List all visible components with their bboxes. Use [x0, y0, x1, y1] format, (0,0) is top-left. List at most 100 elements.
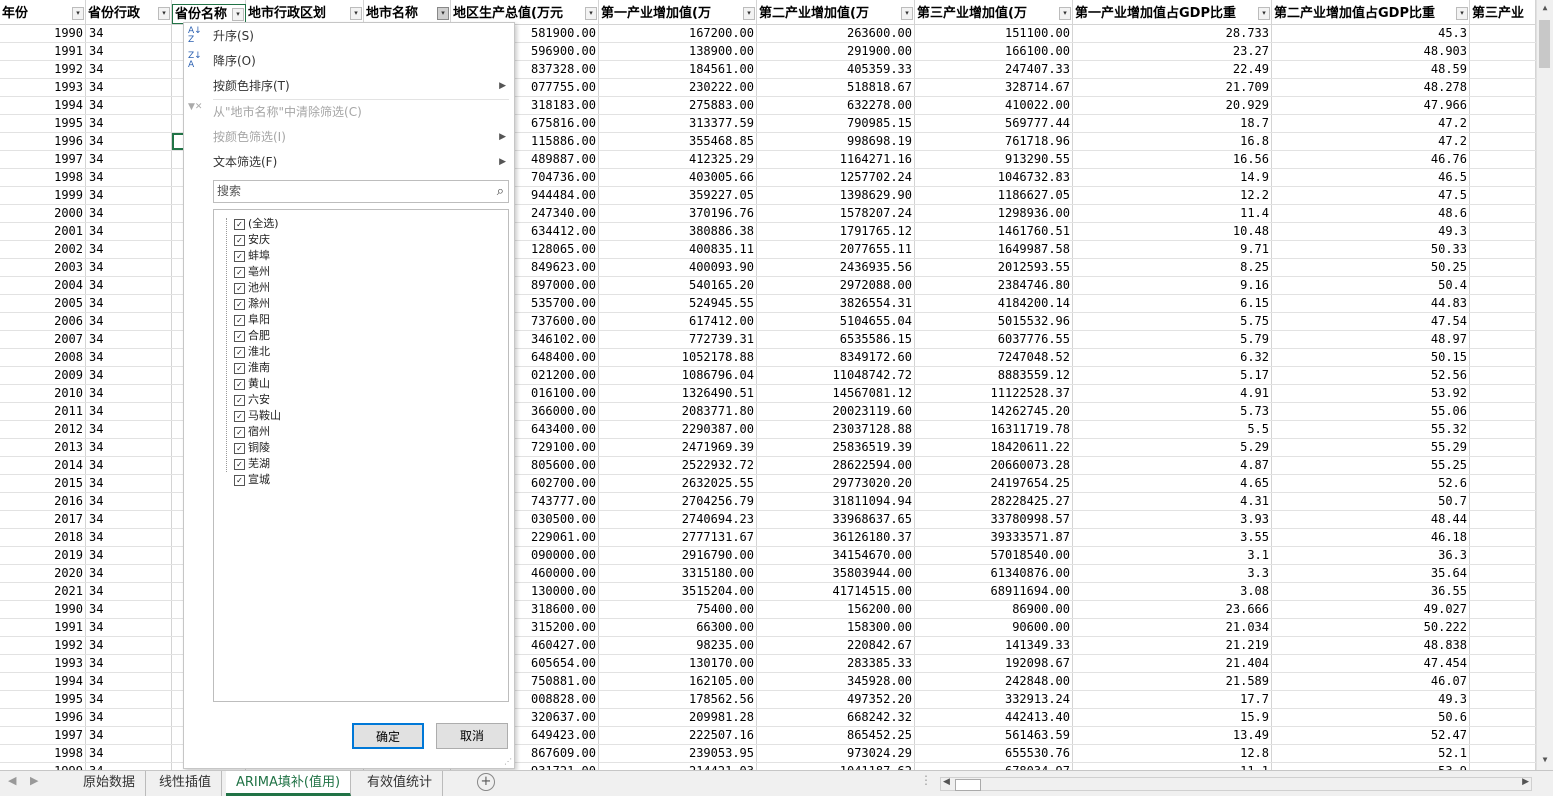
table-cell[interactable]: 239053.95 [599, 745, 757, 762]
table-cell[interactable]: 1998 [0, 169, 86, 186]
table-cell[interactable] [1470, 709, 1536, 726]
table-cell[interactable]: 47.966 [1272, 97, 1470, 114]
table-cell[interactable]: 5.75 [1073, 313, 1272, 330]
table-cell[interactable]: 247407.33 [915, 61, 1073, 78]
filter-dropdown-button[interactable]: ▾ [1059, 7, 1071, 20]
table-cell[interactable]: 3.1 [1073, 547, 1272, 564]
table-cell[interactable]: 2021 [0, 583, 86, 600]
resize-grip-icon[interactable]: ⋰ [504, 757, 512, 766]
table-cell[interactable]: 2012593.55 [915, 259, 1073, 276]
table-cell[interactable]: 34 [86, 367, 172, 384]
table-cell[interactable]: 1990 [0, 25, 86, 42]
header-cell[interactable]: 地市行政区划 ▾ [246, 4, 364, 24]
table-cell[interactable]: 1994 [0, 673, 86, 690]
table-cell[interactable]: 156200.00 [757, 601, 915, 618]
tab-raw-data[interactable]: 原始数据 [73, 771, 147, 796]
table-cell[interactable]: 8883559.12 [915, 367, 1073, 384]
table-cell[interactable]: 761718.96 [915, 133, 1073, 150]
table-cell[interactable]: 3.3 [1073, 565, 1272, 582]
table-cell[interactable]: 23.27 [1073, 43, 1272, 60]
scroll-thumb[interactable] [955, 779, 981, 791]
table-cell[interactable]: 6.15 [1073, 295, 1272, 312]
table-cell[interactable]: 34 [86, 295, 172, 312]
table-cell[interactable]: 1995 [0, 115, 86, 132]
table-cell[interactable]: 2002 [0, 241, 86, 258]
filter-dropdown-button[interactable]: ▾ [158, 7, 170, 20]
table-cell[interactable]: 13.49 [1073, 727, 1272, 744]
table-cell[interactable]: 345928.00 [757, 673, 915, 690]
table-cell[interactable]: 35.64 [1272, 565, 1470, 582]
table-cell[interactable]: 34 [86, 241, 172, 258]
header-cell[interactable]: 第一产业增加值占GDP比重 ▾ [1073, 4, 1272, 24]
table-cell[interactable]: 1993 [0, 79, 86, 96]
splitter-icon[interactable]: ⋮ [920, 773, 932, 787]
checkbox-checked-icon[interactable]: ✓ [234, 442, 245, 454]
checkbox-checked-icon[interactable]: ✓ [234, 426, 245, 438]
filter-item[interactable]: ✓ 蚌埠 [234, 248, 270, 264]
table-cell[interactable]: 21.404 [1073, 655, 1272, 672]
table-cell[interactable]: 2436935.56 [757, 259, 915, 276]
table-cell[interactable]: 1999 [0, 763, 86, 770]
table-cell[interactable]: 130170.00 [599, 655, 757, 672]
checkbox-checked-icon[interactable]: ✓ [234, 378, 245, 390]
filter-search-input[interactable]: 搜索 ⌕ [213, 180, 509, 203]
prev-sheet-icon[interactable]: ◀ [8, 774, 16, 787]
table-cell[interactable]: 35803944.00 [757, 565, 915, 582]
table-cell[interactable]: 44.83 [1272, 295, 1470, 312]
table-cell[interactable]: 23037128.88 [757, 421, 915, 438]
table-cell[interactable] [1470, 259, 1536, 276]
table-cell[interactable]: 865452.25 [757, 727, 915, 744]
add-sheet-icon[interactable]: + [477, 773, 495, 791]
header-cell[interactable]: 第二产业增加值占GDP比重 ▾ [1272, 4, 1470, 24]
table-cell[interactable]: 46.76 [1272, 151, 1470, 168]
table-cell[interactable]: 24197654.25 [915, 475, 1073, 492]
table-cell[interactable]: 5104655.04 [757, 313, 915, 330]
table-cell[interactable]: 14262745.20 [915, 403, 1073, 420]
table-cell[interactable]: 28.733 [1073, 25, 1272, 42]
table-cell[interactable]: 11048742.72 [757, 367, 915, 384]
table-cell[interactable]: 141349.33 [915, 637, 1073, 654]
table-cell[interactable]: 47.5 [1272, 187, 1470, 204]
cancel-button[interactable]: 取消 [436, 723, 508, 749]
table-cell[interactable]: 48.97 [1272, 331, 1470, 348]
table-cell[interactable]: 5.73 [1073, 403, 1272, 420]
table-cell[interactable]: 34 [86, 61, 172, 78]
checkbox-checked-icon[interactable]: ✓ [234, 362, 245, 374]
table-cell[interactable] [1470, 763, 1536, 770]
table-cell[interactable]: 34 [86, 709, 172, 726]
table-cell[interactable]: 138900.00 [599, 43, 757, 60]
table-cell[interactable]: 2522932.72 [599, 457, 757, 474]
checkbox-checked-icon[interactable]: ✓ [234, 394, 245, 406]
table-cell[interactable]: 47.454 [1272, 655, 1470, 672]
table-cell[interactable]: 1992 [0, 61, 86, 78]
table-cell[interactable]: 34 [86, 511, 172, 528]
table-cell[interactable]: 48.59 [1272, 61, 1470, 78]
scroll-down-icon[interactable]: ▼ [1537, 752, 1553, 768]
checkbox-checked-icon[interactable]: ✓ [234, 218, 245, 230]
table-cell[interactable]: 75400.00 [599, 601, 757, 618]
table-cell[interactable]: 5.5 [1073, 421, 1272, 438]
table-cell[interactable]: 1052178.88 [599, 349, 757, 366]
header-cell[interactable]: 第三产业 [1470, 4, 1536, 24]
table-cell[interactable]: 5015532.96 [915, 313, 1073, 330]
table-cell[interactable]: 34 [86, 565, 172, 582]
table-cell[interactable]: 1998 [0, 745, 86, 762]
table-cell[interactable]: 1578207.24 [757, 205, 915, 222]
table-cell[interactable]: 6037776.55 [915, 331, 1073, 348]
table-cell[interactable] [1470, 277, 1536, 294]
filter-item[interactable]: ✓ 池州 [234, 280, 270, 296]
table-cell[interactable]: 14567081.12 [757, 385, 915, 402]
table-cell[interactable]: 1993 [0, 655, 86, 672]
table-cell[interactable]: 2471969.39 [599, 439, 757, 456]
scroll-right-icon[interactable]: ▶ [1522, 777, 1529, 787]
table-cell[interactable]: 2001 [0, 223, 86, 240]
table-cell[interactable] [1470, 655, 1536, 672]
table-cell[interactable]: 12.2 [1073, 187, 1272, 204]
table-cell[interactable]: 11.4 [1073, 205, 1272, 222]
filter-item[interactable]: ✓ 六安 [234, 392, 270, 408]
table-cell[interactable] [1470, 403, 1536, 420]
checkbox-checked-icon[interactable]: ✓ [234, 250, 245, 262]
table-cell[interactable]: 34 [86, 601, 172, 618]
tab-arima-fill[interactable]: ARIMA填补(值用) [226, 771, 352, 796]
table-cell[interactable]: 1994 [0, 97, 86, 114]
